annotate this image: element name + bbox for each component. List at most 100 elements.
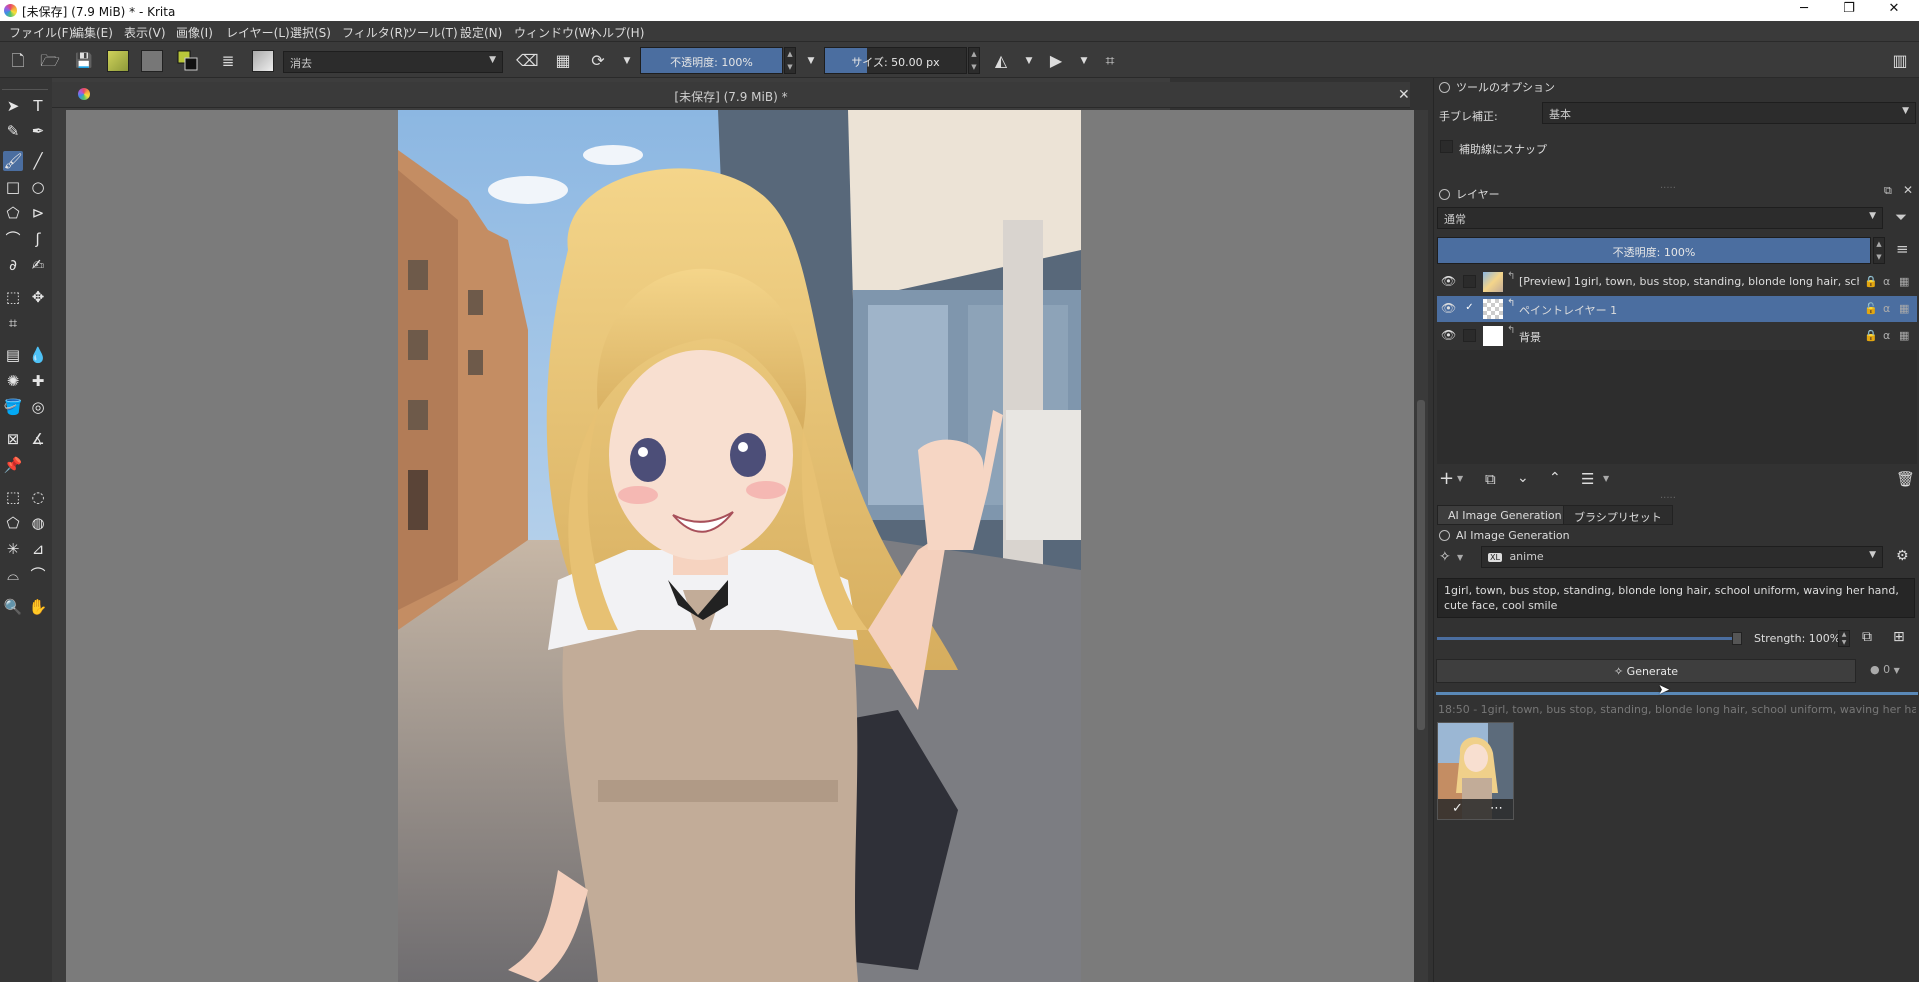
brush-preset-icon[interactable]: [252, 50, 274, 72]
line-tool-icon[interactable]: ╱: [28, 151, 48, 171]
history-entry[interactable]: 18:50 - 1girl, town, bus stop, standing,…: [1438, 703, 1916, 716]
new-document-icon[interactable]: 🗋: [7, 50, 29, 72]
style-select[interactable]: XL anime ▼: [1481, 546, 1883, 568]
lock-icon[interactable]: [1439, 82, 1450, 93]
brush-settings-icon[interactable]: ≣: [217, 50, 239, 72]
layer-list-empty-area[interactable]: [1437, 350, 1917, 464]
layer-checkbox[interactable]: ✓: [1463, 302, 1476, 315]
alpha-icon[interactable]: α: [1883, 275, 1890, 288]
opacity-spinner[interactable]: ▲ ▼: [784, 47, 796, 74]
blend-mode-select[interactable]: 消去 ▼: [283, 51, 503, 73]
layer-opacity-slider[interactable]: 不透明度: 100%: [1437, 237, 1871, 264]
docker-resize-handle[interactable]: .....: [1660, 490, 1676, 501]
freehand-selection-tool-icon[interactable]: ◍: [28, 513, 48, 533]
rectangle-tool-icon[interactable]: □: [3, 177, 23, 197]
polyline-tool-icon[interactable]: ⊳: [28, 203, 48, 223]
add-layer-icon[interactable]: +: [1439, 468, 1454, 489]
opacity-slider[interactable]: 不透明度: 100%: [640, 47, 783, 74]
eye-icon[interactable]: 👁: [1441, 328, 1456, 342]
enclose-fill-tool-icon[interactable]: ◎: [28, 397, 48, 417]
strength-slider-handle[interactable]: [1732, 632, 1742, 645]
move-layer-up-icon[interactable]: ⌃: [1549, 470, 1561, 486]
transform-tool-icon[interactable]: ⬚: [3, 287, 23, 307]
menu-help[interactable]: ヘルプ(H): [590, 24, 644, 41]
lock-layer-icon[interactable]: 🔒: [1864, 275, 1878, 288]
generated-image-thumbnail[interactable]: ✓ ⋯: [1437, 722, 1514, 820]
inherit-alpha-icon[interactable]: ▦: [1899, 329, 1909, 342]
snap-checkbox[interactable]: [1440, 140, 1453, 153]
layer-opacity-spinner[interactable]: ▲ ▼: [1873, 237, 1885, 264]
menu-window[interactable]: ウィンドウ(W): [514, 24, 595, 41]
similar-selection-tool-icon[interactable]: ⊿: [28, 539, 48, 559]
alpha-lock-icon[interactable]: ▦: [552, 50, 574, 72]
menu-file[interactable]: ファイル(F): [9, 24, 73, 41]
close-document-button[interactable]: ✕: [1398, 87, 1410, 103]
mirror-vertical-icon[interactable]: ▶: [1045, 50, 1067, 72]
more-options-icon[interactable]: ⋯: [1490, 801, 1503, 816]
strength-spinner[interactable]: ▲ ▼: [1838, 630, 1850, 647]
chevron-down-icon[interactable]: ▼: [1603, 474, 1609, 483]
freehand-brush-tool-icon[interactable]: 🖌: [3, 151, 23, 171]
bezier-selection-tool-icon[interactable]: ⌓: [3, 565, 23, 585]
polygon-tool-icon[interactable]: ⬠: [3, 203, 23, 223]
layer-row[interactable]: 👁 ↰ [Preview] 1girl, town, bus stop, sta…: [1437, 269, 1917, 295]
smart-patch-tool-icon[interactable]: ✚: [28, 371, 48, 391]
inherit-alpha-icon[interactable]: ▦: [1899, 275, 1909, 288]
reload-preset-icon[interactable]: ⟳: [587, 50, 609, 72]
mirror-horizontal-icon[interactable]: ◭: [990, 50, 1012, 72]
rectangular-selection-tool-icon[interactable]: ⬚: [3, 487, 23, 507]
layer-checkbox[interactable]: [1463, 275, 1476, 288]
multibrush-tool-icon[interactable]: ✍: [28, 255, 48, 275]
menu-settings[interactable]: 設定(N): [460, 24, 502, 41]
tab-ai-image-generation[interactable]: AI Image Generation: [1437, 505, 1573, 525]
gradient-selector-icon[interactable]: [107, 50, 129, 72]
tab-brush-presets[interactable]: ブラシプリセット: [1563, 505, 1673, 525]
size-slider[interactable]: サイズ: 50.00 px: [824, 47, 967, 74]
layer-properties-icon[interactable]: ☰: [1581, 470, 1594, 488]
close-docker-icon[interactable]: ✕: [1903, 183, 1913, 197]
maximize-button[interactable]: ❐: [1829, 1, 1869, 19]
chevron-down-icon[interactable]: ▼: [1073, 50, 1095, 72]
chevron-down-icon[interactable]: ▼: [1018, 50, 1040, 72]
magic-wand-icon[interactable]: ✧: [1439, 549, 1451, 565]
layer-blend-mode-select[interactable]: 通常 ▼: [1437, 207, 1883, 229]
crop-tool-icon[interactable]: ⌗: [3, 313, 23, 333]
text-tool-icon[interactable]: T: [28, 96, 48, 116]
docker-resize-handle[interactable]: .....: [1660, 180, 1676, 191]
chevron-down-icon[interactable]: ▼: [800, 50, 822, 72]
filter-icon[interactable]: ⏷: [1895, 208, 1907, 226]
reference-image-tool-icon[interactable]: 📌: [3, 455, 23, 475]
add-region-icon[interactable]: ⊞: [1893, 629, 1905, 645]
save-icon[interactable]: 💾: [73, 50, 95, 72]
canvas-vertical-scrollbar[interactable]: [1414, 110, 1428, 982]
stabilizer-select[interactable]: 基本 ▼: [1542, 102, 1916, 124]
menu-view[interactable]: 表示(V): [124, 24, 166, 41]
chevron-down-icon[interactable]: ▼: [1457, 553, 1463, 562]
minimize-button[interactable]: ─: [1784, 1, 1824, 19]
lock-icon[interactable]: [1439, 189, 1450, 200]
menu-select[interactable]: 選択(S): [290, 24, 331, 41]
select-shapes-tool-icon[interactable]: ➤: [3, 96, 23, 116]
document-tab[interactable]: [未保存] (7.9 MiB) * ✕: [52, 82, 1410, 108]
chevron-down-icon[interactable]: ▼: [616, 50, 638, 72]
freehand-path-tool-icon[interactable]: ʃ: [28, 229, 48, 249]
polygonal-selection-tool-icon[interactable]: ⬠: [3, 513, 23, 533]
alpha-icon[interactable]: α: [1883, 329, 1890, 342]
color-swatch-icon[interactable]: [177, 50, 199, 72]
edit-shapes-tool-icon[interactable]: ✎: [3, 121, 23, 141]
duplicate-layer-icon[interactable]: ⧉: [1485, 470, 1496, 488]
close-window-button[interactable]: ✕: [1874, 1, 1914, 19]
contiguous-selection-tool-icon[interactable]: ✳: [3, 539, 23, 559]
dynamic-brush-tool-icon[interactable]: ∂: [3, 255, 23, 275]
inherit-alpha-icon[interactable]: ▦: [1899, 302, 1909, 315]
eye-icon[interactable]: 👁: [1441, 274, 1456, 288]
colorize-mask-tool-icon[interactable]: ✺: [3, 371, 23, 391]
magnetic-selection-tool-icon[interactable]: ⌒: [28, 565, 48, 585]
menu-layer[interactable]: レイヤー(L): [226, 24, 290, 41]
seed-queue[interactable]: ● 0 ▼: [1870, 663, 1900, 676]
assistant-tool-icon[interactable]: ⊠: [3, 429, 23, 449]
canvas-image[interactable]: [398, 110, 1081, 982]
lock-layer-icon[interactable]: 🔓: [1864, 302, 1878, 315]
add-control-layer-icon[interactable]: ⧉: [1862, 629, 1872, 645]
elliptical-selection-tool-icon[interactable]: ◌: [28, 487, 48, 507]
